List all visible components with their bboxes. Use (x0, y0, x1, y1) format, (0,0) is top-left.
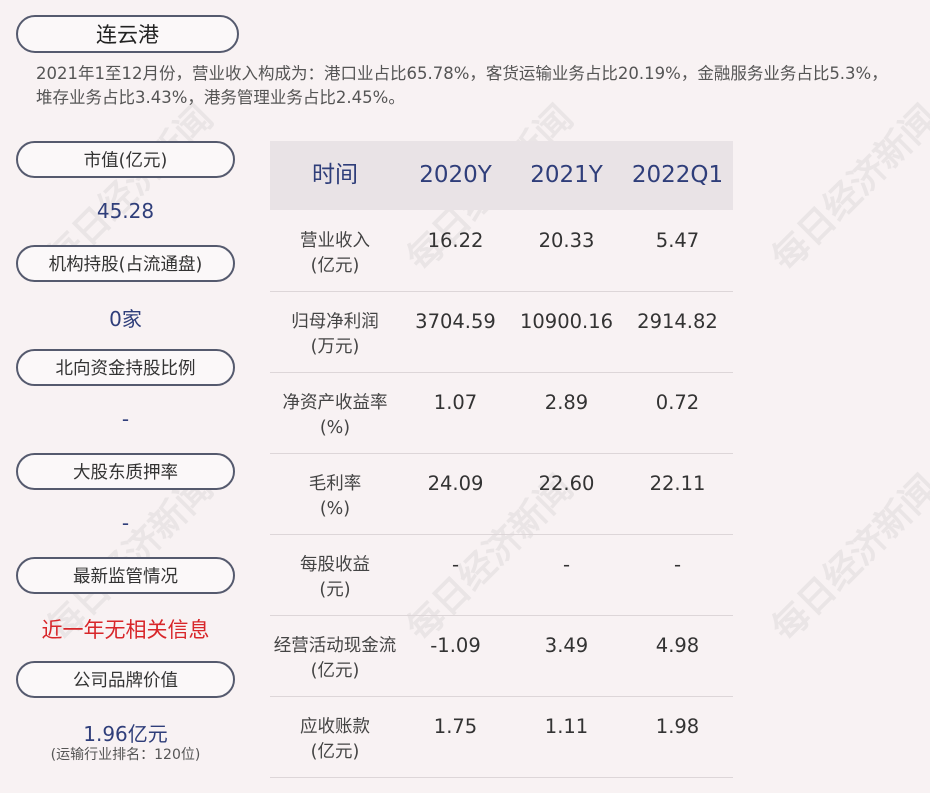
row-label: 每股收益 (元) (300, 555, 370, 600)
cell-value: 22.11 (649, 472, 706, 495)
cell-value: 1.11 (544, 715, 589, 738)
cell-value: 16.22 (427, 229, 484, 252)
cell-value: 24.09 (427, 472, 484, 495)
watermark: 每日经济新闻 (764, 467, 930, 650)
table-row: 每股收益 (元) - - - (270, 534, 733, 616)
table-row: 净资产收益率 (%) 1.07 2.89 0.72 (270, 372, 733, 454)
header-2021y: 2021Y (530, 162, 603, 188)
institution-label: 机构持股(占流通盘) (16, 245, 235, 282)
header-time: 时间 (312, 162, 358, 188)
cell-value: 1.98 (655, 715, 700, 738)
table-header: 时间 2020Y 2021Y 2022Q1 (270, 141, 733, 210)
watermark: 每日经济新闻 (764, 97, 930, 280)
market-cap-label: 市值(亿元) (16, 141, 235, 178)
pledge-value: - (121, 511, 130, 535)
pledge-label: 大股东质押率 (16, 453, 235, 490)
cell-value: 20.33 (538, 229, 595, 252)
cell-value: 10900.16 (519, 310, 614, 333)
cell-value: - (451, 553, 460, 576)
northbound-label: 北向资金持股比例 (16, 349, 235, 386)
company-title: 连云港 (16, 15, 239, 53)
table-row: 归母净利润 (万元) 3704.59 10900.16 2914.82 (270, 291, 733, 373)
institution-value: 0家 (109, 307, 142, 331)
regulation-label: 最新监管情况 (16, 557, 235, 594)
table-row: 应收账款 (亿元) 1.75 1.11 1.98 (270, 696, 733, 778)
cell-value: 3704.59 (415, 310, 496, 333)
brand-label: 公司品牌价值 (16, 661, 235, 698)
cell-value: 2914.82 (637, 310, 718, 333)
row-label: 应收账款 (亿元) (300, 717, 370, 762)
brand-rank-note: (运输行业排名：120位) (50, 747, 201, 763)
northbound-value: - (121, 407, 130, 431)
table-row: 营业收入 (亿元) 16.22 20.33 5.47 (270, 210, 733, 292)
row-label: 毛利率 (%) (308, 474, 362, 519)
header-2022q1: 2022Q1 (631, 162, 724, 188)
cell-value: - (673, 553, 682, 576)
cell-value: - (562, 553, 571, 576)
table-row: 经营活动现金流 (亿元) -1.09 3.49 4.98 (270, 615, 733, 697)
row-label: 归母净利润 (万元) (291, 312, 379, 357)
cell-value: 3.49 (544, 634, 589, 657)
regulation-value: 近一年无相关信息 (41, 618, 210, 642)
header-2020y: 2020Y (419, 162, 492, 188)
row-label: 净资产收益率 (%) (282, 393, 388, 438)
row-label: 营业收入 (亿元) (300, 231, 370, 276)
table-row: 毛利率 (%) 24.09 22.60 22.11 (270, 453, 733, 535)
cell-value: 1.07 (433, 391, 478, 414)
cell-value: 5.47 (655, 229, 700, 252)
cell-value: 4.98 (655, 634, 700, 657)
cell-value: 2.89 (544, 391, 589, 414)
row-label: 经营活动现金流 (亿元) (273, 636, 397, 681)
cell-value: 22.60 (538, 472, 595, 495)
cell-value: -1.09 (430, 634, 481, 657)
cell-value: 0.72 (655, 391, 700, 414)
market-cap-value: 45.28 (96, 199, 155, 223)
brand-value: 1.96亿元 (83, 722, 168, 746)
revenue-summary: 2021年1至12月份，营业收入构成为：港口业占比65.78%，客货运输业务占比… (36, 64, 888, 107)
cell-value: 1.75 (433, 715, 478, 738)
